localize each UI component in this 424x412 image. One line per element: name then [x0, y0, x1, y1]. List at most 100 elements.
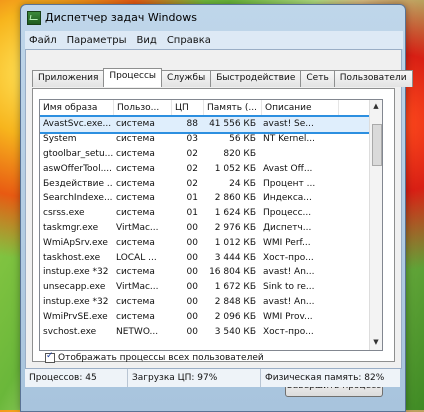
cell-image-name: aswOfferTool....	[43, 163, 113, 174]
cell-image-name: taskmgr.exe	[43, 222, 99, 233]
cell-memory: 2 096 КБ	[214, 311, 256, 322]
column-header-user[interactable]: Пользо...	[114, 100, 172, 116]
process-list-header: Имя образа Пользо... ЦП Память (... Опис…	[40, 100, 382, 117]
status-cpu-usage: Загрузка ЦП: 97%	[128, 369, 261, 387]
window-title: Диспетчер задач Windows	[45, 11, 197, 24]
cell-memory: 1 672 КБ	[214, 282, 256, 293]
cell-cpu: 00	[186, 252, 198, 263]
table-row[interactable]: svchost.exe NETWO... 00 3 540 КБ Хост-пр…	[40, 324, 382, 339]
cell-description: Процент ...	[263, 178, 316, 189]
cell-user: система	[116, 237, 155, 248]
tab-users[interactable]: Пользователи	[333, 70, 413, 87]
table-row[interactable]: gtoolbar_setu... система 02 820 КБ	[40, 147, 382, 162]
table-row[interactable]: SearchIndexe... система 01 2 860 КБ Инде…	[40, 191, 382, 206]
table-row[interactable]: WmiPrvSE.exe система 00 2 096 КБ WMI Pro…	[40, 309, 382, 324]
column-header-memory[interactable]: Память (...	[204, 100, 262, 116]
cell-user: система	[116, 119, 155, 130]
cell-description: WMI Prov...	[263, 311, 313, 322]
cell-cpu: 02	[186, 148, 198, 159]
tab-applications[interactable]: Приложения	[32, 70, 105, 87]
cell-description: avast! An...	[263, 267, 315, 278]
vertical-scrollbar[interactable]: ▲ ▼	[369, 100, 382, 350]
scrollbar-thumb[interactable]	[372, 124, 382, 166]
processes-panel: Имя образа Пользо... ЦП Память (... Опис…	[32, 88, 395, 397]
cell-description: Sink to re...	[263, 282, 315, 293]
table-row[interactable]: unsecapp.exe VirtMac... 00 1 672 КБ Sink…	[40, 280, 382, 295]
cell-cpu: 03	[186, 134, 198, 145]
cell-description: avast! Se...	[263, 119, 314, 130]
cell-memory: 1 052 КБ	[214, 163, 256, 174]
tab-network[interactable]: Сеть	[300, 70, 335, 87]
process-list: Имя образа Пользо... ЦП Память (... Опис…	[39, 99, 383, 351]
menu-help[interactable]: Справка	[167, 35, 211, 46]
cell-cpu: 00	[186, 296, 198, 307]
cell-memory: 820 КБ	[223, 148, 256, 159]
table-row[interactable]: instup.exe *32 система 00 16 804 КБ avas…	[40, 265, 382, 280]
table-row[interactable]: Бездействие ... система 02 24 КБ Процент…	[40, 176, 382, 191]
cell-description: Avast Off...	[263, 163, 313, 174]
cell-cpu: 02	[186, 178, 198, 189]
cell-memory: 41 556 КБ	[209, 119, 256, 130]
scroll-up-arrow-icon[interactable]: ▲	[371, 102, 381, 112]
cell-user: система	[116, 134, 155, 145]
cell-user: LOCAL ...	[116, 252, 157, 263]
scroll-down-arrow-icon[interactable]: ▼	[371, 338, 381, 348]
cell-cpu: 00	[186, 326, 198, 337]
cell-user: система	[116, 193, 155, 204]
cell-memory: 2 976 КБ	[214, 222, 256, 233]
cell-description: Процесс...	[263, 208, 312, 219]
table-row[interactable]: taskmgr.exe VirtMac... 00 2 976 КБ Диспе…	[40, 221, 382, 236]
column-header-image-name[interactable]: Имя образа	[40, 100, 114, 116]
menu-view[interactable]: Вид	[137, 35, 157, 46]
table-row[interactable]: AvastSvc.exe... система 88 41 556 КБ ava…	[40, 115, 382, 134]
table-row[interactable]: aswOfferTool.... система 02 1 052 КБ Ava…	[40, 161, 382, 176]
title-bar[interactable]: Диспетчер задач Windows	[21, 5, 405, 29]
cell-image-name: SearchIndexe...	[43, 193, 113, 204]
cell-description: Диспетч...	[263, 222, 312, 233]
table-row[interactable]: WmiApSrv.exe система 00 1 012 КБ WMI Per…	[40, 235, 382, 250]
cell-cpu: 02	[186, 163, 198, 174]
tab-services[interactable]: Службы	[161, 70, 212, 87]
cell-cpu: 00	[186, 282, 198, 293]
cell-description: NT Kernel...	[263, 134, 315, 145]
table-row[interactable]: System система 03 56 КБ NT Kernel...	[40, 132, 382, 147]
cell-description: Хост-про...	[263, 252, 314, 263]
cell-description: WMI Perf...	[263, 237, 311, 248]
cell-image-name: WmiPrvSE.exe	[43, 311, 108, 322]
cell-memory: 16 804 КБ	[209, 267, 256, 278]
client-area: Приложения Процессы Службы Быстродействи…	[25, 49, 413, 397]
cell-cpu: 01	[186, 193, 198, 204]
cell-description: avast! An...	[263, 296, 315, 307]
show-all-users-checkbox[interactable]: Отображать процессы всех пользователей	[45, 351, 264, 363]
cell-user: VirtMac...	[116, 282, 159, 293]
table-row[interactable]: instup.exe *32 система 00 2 848 КБ avast…	[40, 295, 382, 310]
cell-cpu: 00	[186, 267, 198, 278]
checkbox-checked-icon[interactable]	[45, 351, 55, 363]
table-row[interactable]: taskhost.exe LOCAL ... 00 3 444 КБ Хост-…	[40, 250, 382, 265]
cell-image-name: svchost.exe	[43, 326, 97, 337]
cell-memory: 24 КБ	[229, 178, 256, 189]
cell-cpu: 01	[186, 208, 198, 219]
tab-strip: Приложения Процессы Службы Быстродействи…	[32, 68, 413, 88]
menu-file[interactable]: Файл	[29, 35, 57, 46]
table-row[interactable]: csrss.exe система 01 1 624 КБ Процесс...	[40, 206, 382, 221]
cell-memory: 2 848 КБ	[214, 296, 256, 307]
menu-options[interactable]: Параметры	[67, 35, 127, 46]
column-header-description[interactable]: Описание	[262, 100, 339, 116]
cell-user: система	[116, 296, 155, 307]
cell-user: система	[116, 311, 155, 322]
cell-memory: 3 444 КБ	[214, 252, 256, 263]
cell-memory: 56 КБ	[229, 134, 256, 145]
cell-cpu: 00	[186, 237, 198, 248]
task-manager-window: Диспетчер задач Windows Файл Параметры В…	[20, 4, 413, 412]
cell-image-name: gtoolbar_setu...	[43, 148, 113, 159]
cell-cpu: 88	[186, 119, 198, 130]
cell-image-name: csrss.exe	[43, 208, 85, 219]
show-all-users-label: Отображать процессы всех пользователей	[58, 353, 264, 363]
status-physical-memory: Физическая память: 82%	[265, 373, 385, 383]
tab-performance[interactable]: Быстродействие	[210, 70, 302, 87]
tab-processes[interactable]: Процессы	[103, 68, 163, 87]
cell-image-name: taskhost.exe	[43, 252, 101, 263]
cell-user: система	[116, 178, 155, 189]
column-header-cpu[interactable]: ЦП	[172, 100, 204, 116]
